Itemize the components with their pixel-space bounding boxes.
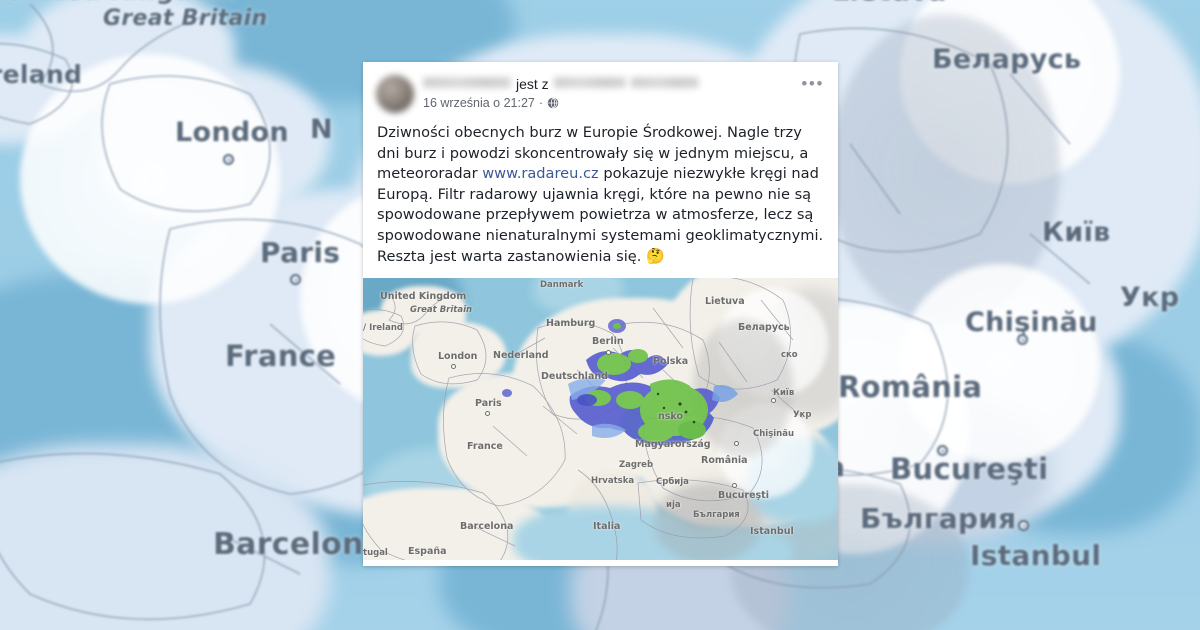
thinking-emoji: 🤔 — [646, 247, 665, 265]
map-label-italia: Italia — [593, 520, 621, 532]
map-label-berlin: Berlin — [592, 335, 624, 347]
avatar[interactable] — [376, 75, 414, 113]
map-label-bucuresti: Bucureşti — [718, 489, 769, 501]
map-label-nsko: nsko — [658, 410, 684, 422]
post-timestamp[interactable]: 16 września o 21:27 — [423, 96, 535, 110]
with-label: jest z — [516, 76, 549, 92]
bg-label-bulgaria: България — [860, 502, 1017, 535]
radar-echo-small-france — [500, 386, 514, 398]
bg-city-dot-paris — [290, 274, 301, 285]
bg-label-great-britain: Great Britain — [103, 6, 268, 31]
bg-label-london: London — [175, 117, 289, 148]
map-label-bulgaria: България — [693, 509, 740, 520]
map-label-ukr: Укр — [793, 409, 812, 420]
author-line: jest z — [423, 75, 825, 93]
post-link-radareu[interactable]: www.radareu.cz — [482, 165, 599, 182]
radar-map-image[interactable]: United Kingdom Great Britain / Ireland L… — [363, 277, 838, 560]
bg-label-united-kingdom: United Kingdom — [5, 0, 236, 5]
map-label-london: London — [438, 350, 478, 362]
map-label-polska: Polska — [653, 355, 689, 367]
map-label-istanbul: Istanbul — [750, 525, 794, 537]
map-label-kyiv: Київ — [773, 387, 795, 398]
screenshot-root: United Kingdom Great Britain / Ireland L… — [0, 0, 1200, 630]
ellipsis-menu-icon[interactable]: ••• — [801, 75, 824, 92]
bg-label-romania: România — [838, 370, 983, 404]
map-city-dot-paris — [485, 410, 490, 416]
map-label-zagreb: Zagreb — [619, 459, 654, 470]
globe-icon[interactable] — [547, 97, 559, 109]
map-city-dot-berlin — [606, 349, 611, 355]
map-label-magyarorszag: Magyarország — [635, 438, 711, 450]
map-label-hrvatska: Hrvatska — [591, 475, 635, 486]
map-city-dot-kyiv — [771, 397, 776, 403]
bg-label-paris: Paris — [260, 236, 341, 269]
bg-label-chisinau: Chişinău — [965, 307, 1098, 338]
map-label-espana: España — [408, 545, 447, 557]
bg-label-belarus: Беларусь — [932, 44, 1082, 75]
map-label-tugal: tugal — [363, 547, 388, 558]
bg-city-dot-london — [223, 154, 234, 165]
bg-label-kyiv: Київ — [1042, 217, 1111, 248]
map-label-great-britain: Great Britain — [410, 304, 473, 315]
radar-echo-small-north — [605, 316, 631, 338]
map-label-chisinau: Chişinău — [753, 428, 795, 439]
map-label-paris: Paris — [475, 397, 502, 409]
bg-label-istanbul: Istanbul — [970, 539, 1102, 572]
map-city-dot-chisinau — [734, 440, 739, 446]
post-meta: 16 września o 21:27 · — [423, 96, 825, 110]
map-label-ireland: / Ireland — [363, 322, 403, 333]
map-label-nederland: Nederland — [493, 349, 549, 361]
map-label-united-kingdom: United Kingdom — [380, 290, 467, 302]
map-label-lietuva: Lietuva — [705, 295, 745, 307]
place-name-redacted-2[interactable] — [630, 77, 699, 88]
map-label-romania: România — [701, 454, 748, 466]
bg-label-bucuresti: Bucureşti — [890, 452, 1049, 486]
radar-echo-small-alps — [575, 390, 605, 410]
post-engagement-bar: 649 296 1,2 tys. — [363, 559, 838, 566]
place-name-redacted-1[interactable] — [553, 77, 626, 88]
post-text: Dziwności obecnych burz w Europie Środko… — [363, 113, 838, 278]
bg-label-france: France — [225, 339, 337, 373]
map-city-dot-bucuresti — [732, 482, 737, 488]
bg-label-n: N — [310, 114, 333, 145]
bg-label-ukr: Укр — [1120, 282, 1180, 313]
post-header-text: jest z 16 września o 21:27 · — [423, 74, 825, 110]
bg-city-dot-bucuresti — [937, 445, 948, 456]
map-label-belarus: Беларусь — [738, 321, 790, 333]
map-label-srbija: Србија — [656, 476, 689, 487]
map-label-france: France — [467, 440, 503, 452]
bg-label-lietuva: Lietuva — [832, 0, 947, 7]
facebook-post-card: jest z 16 września o 21:27 · ••• Dziwnoś… — [363, 62, 838, 566]
map-label-deutschland: Deutschland — [541, 370, 608, 382]
map-label-barcelona: Barcelona — [460, 520, 514, 532]
map-label-sko: ско — [781, 349, 798, 360]
map-label-hamburg: Hamburg — [546, 317, 596, 329]
map-city-dot-london — [451, 363, 456, 369]
bg-label-ireland: / Ireland — [0, 60, 83, 89]
map-label-ija: ија — [666, 499, 681, 510]
bg-city-dot-kyiv — [1018, 520, 1029, 531]
bg-label-barcelona: Barcelona — [213, 527, 385, 562]
map-label-danmark: Danmark — [540, 279, 584, 290]
bg-city-dot-chisinau — [1017, 334, 1028, 345]
author-name-redacted[interactable] — [423, 77, 511, 88]
post-header: jest z 16 września o 21:27 · ••• — [363, 62, 838, 113]
meta-separator: · — [538, 96, 544, 110]
